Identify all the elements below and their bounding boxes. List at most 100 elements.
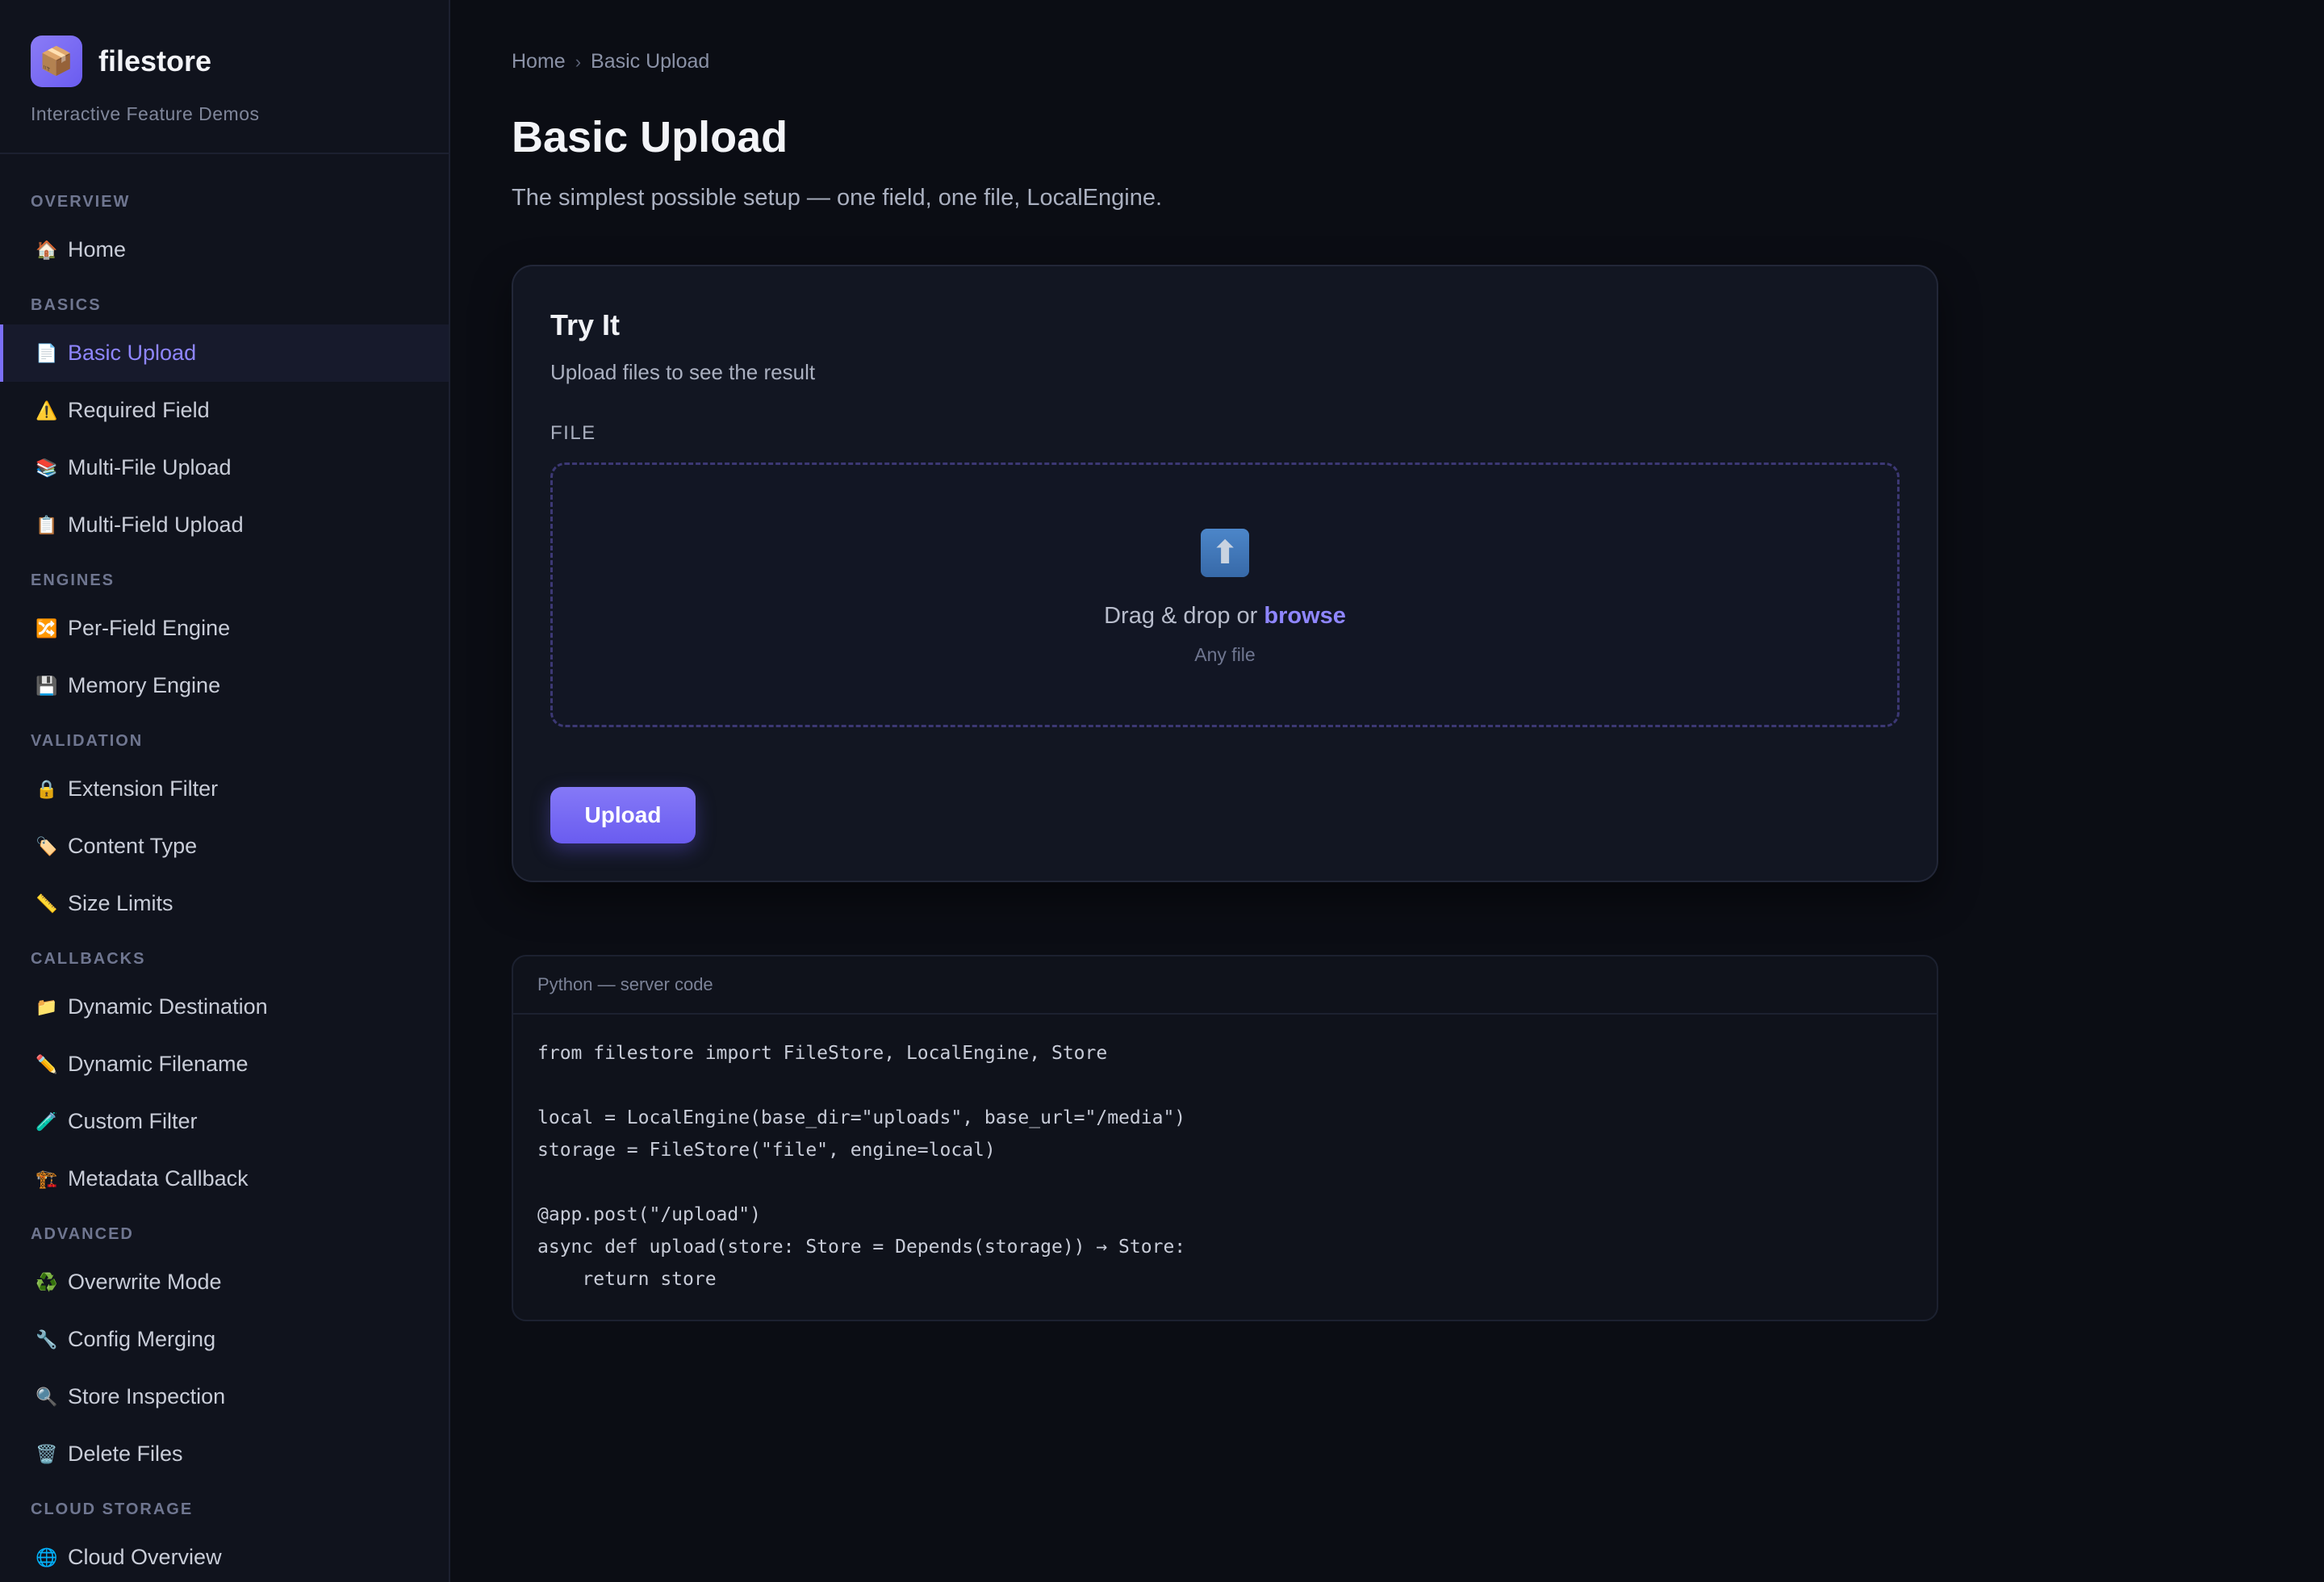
per-field-engine-icon: 🔀 bbox=[36, 617, 58, 638]
multi-field-upload-icon: 📋 bbox=[36, 514, 58, 535]
sidebar-item-overwrite-mode[interactable]: ♻️ Overwrite Mode bbox=[0, 1253, 449, 1311]
store-inspection-icon: 🔍 bbox=[36, 1386, 58, 1407]
sidebar-item-home[interactable]: 🏠 Home bbox=[0, 221, 449, 278]
sidebar-item-label: Cloud Overview bbox=[68, 1545, 222, 1569]
dropzone-hint: Any file bbox=[1194, 644, 1256, 665]
code-line: async def upload(store: Store = Depends(… bbox=[537, 1237, 1186, 1258]
section-label: ENGINES bbox=[31, 571, 115, 589]
app-root: 📦 filestore Interactive Feature Demos OV… bbox=[0, 0, 2324, 1582]
size-limits-icon: 📏 bbox=[36, 893, 58, 914]
brand-subtitle: Interactive Feature Demos bbox=[31, 103, 260, 124]
sidebar-item-size-limits[interactable]: 📏 Size Limits bbox=[0, 875, 449, 932]
sidebar-item-label: Per-Field Engine bbox=[68, 616, 231, 640]
sidebar: 📦 filestore Interactive Feature Demos OV… bbox=[0, 0, 450, 1582]
card-title: Try It bbox=[550, 308, 621, 341]
breadcrumb-home[interactable]: Home bbox=[512, 50, 566, 73]
sidebar-item-label: Multi-File Upload bbox=[68, 455, 232, 479]
code-block: from filestore import FileStore, LocalEn… bbox=[513, 1015, 1937, 1320]
sidebar-item-label: Multi-Field Upload bbox=[68, 513, 244, 537]
section-label: OVERVIEW bbox=[31, 193, 131, 211]
sidebar-item-metadata-callback[interactable]: 🏗️ Metadata Callback bbox=[0, 1150, 449, 1207]
upload-button[interactable]: Upload bbox=[550, 787, 696, 843]
sidebar-item-required-field[interactable]: ⚠️ Required Field bbox=[0, 382, 449, 439]
dynamic-destination-icon: 📁 bbox=[36, 996, 58, 1017]
file-field-label: FILE bbox=[550, 422, 596, 444]
brand-name: filestore bbox=[98, 44, 212, 77]
memory-engine-icon: 💾 bbox=[36, 675, 58, 696]
section-label: CALLBACKS bbox=[31, 950, 146, 968]
sidebar-item-memory-engine[interactable]: 💾 Memory Engine bbox=[0, 657, 449, 714]
sidebar-item-label: Content Type bbox=[68, 834, 198, 858]
sidebar-item-label: Overwrite Mode bbox=[68, 1270, 222, 1294]
metadata-callback-icon: 🏗️ bbox=[36, 1168, 58, 1189]
sidebar-item-label: Custom Filter bbox=[68, 1109, 198, 1133]
extension-filter-icon: 🔒 bbox=[36, 778, 58, 799]
sidebar-item-custom-filter[interactable]: 🧪 Custom Filter bbox=[0, 1093, 449, 1150]
code-line: storage = FileStore("file", engine=local… bbox=[537, 1140, 996, 1161]
sidebar-item-label: Metadata Callback bbox=[68, 1166, 249, 1191]
code-line: @app.post("/upload") bbox=[537, 1204, 761, 1225]
section-label: CLOUD STORAGE bbox=[31, 1500, 194, 1518]
sidebar-item-dynamic-filename[interactable]: ✏️ Dynamic Filename bbox=[0, 1036, 449, 1093]
code-line: return store bbox=[537, 1269, 717, 1290]
sidebar-item-label: Extension Filter bbox=[68, 776, 219, 801]
basic-upload-icon: 📄 bbox=[36, 342, 58, 363]
overwrite-mode-icon: ♻️ bbox=[36, 1271, 58, 1292]
page-description: The simplest possible setup — one field,… bbox=[512, 185, 1163, 211]
sidebar-item-label: Store Inspection bbox=[68, 1384, 226, 1408]
section-label: ADVANCED bbox=[31, 1225, 134, 1243]
sidebar-item-extension-filter[interactable]: 🔒 Extension Filter bbox=[0, 760, 449, 818]
try-it-card: Try It Upload files to see the result FI… bbox=[512, 265, 1938, 882]
main-content: Home › Basic Upload Basic Upload The sim… bbox=[450, 0, 2324, 1582]
sidebar-item-config-merging[interactable]: 🔧 Config Merging bbox=[0, 1311, 449, 1368]
upload-arrow-icon: ⬆ bbox=[1201, 529, 1249, 577]
package-icon: 📦 bbox=[31, 36, 82, 87]
brand: 📦 filestore Interactive Feature Demos bbox=[0, 0, 449, 154]
sidebar-item-label: Basic Upload bbox=[68, 341, 197, 365]
section-label: VALIDATION bbox=[31, 732, 144, 750]
breadcrumb-current: Basic Upload bbox=[591, 50, 710, 73]
section-label: BASICS bbox=[31, 296, 102, 314]
sidebar-item-delete-files[interactable]: 🗑️ Delete Files bbox=[0, 1425, 449, 1483]
sidebar-item-label: Dynamic Filename bbox=[68, 1052, 249, 1076]
sidebar-item-content-type[interactable]: 🏷️ Content Type bbox=[0, 818, 449, 875]
config-merging-icon: 🔧 bbox=[36, 1329, 58, 1350]
multi-file-upload-icon: 📚 bbox=[36, 457, 58, 478]
chevron-right-icon: › bbox=[575, 51, 582, 72]
sidebar-item-multi-field-upload[interactable]: 📋 Multi-Field Upload bbox=[0, 496, 449, 554]
file-dropzone[interactable]: ⬆ Drag & drop or browse Any file bbox=[550, 462, 1900, 727]
code-card: Python — server code from filestore impo… bbox=[512, 955, 1938, 1321]
brand-row[interactable]: 📦 filestore bbox=[31, 36, 418, 87]
code-header: Python — server code bbox=[513, 956, 1937, 1015]
sidebar-item-label: Delete Files bbox=[68, 1442, 183, 1466]
code-line: from filestore import FileStore, LocalEn… bbox=[537, 1043, 1108, 1064]
breadcrumb: Home › Basic Upload bbox=[512, 50, 2324, 73]
delete-files-icon: 🗑️ bbox=[36, 1443, 58, 1464]
sidebar-item-label: Home bbox=[68, 237, 127, 262]
cloud-overview-icon: 🌐 bbox=[36, 1546, 58, 1567]
sidebar-item-label: Config Merging bbox=[68, 1327, 216, 1351]
home-icon: 🏠 bbox=[36, 239, 58, 260]
sidebar-item-dynamic-destination[interactable]: 📁 Dynamic Destination bbox=[0, 978, 449, 1036]
browse-link[interactable]: browse bbox=[1264, 603, 1346, 629]
sidebar-item-label: Size Limits bbox=[68, 891, 173, 915]
sidebar-item-store-inspection[interactable]: 🔍 Store Inspection bbox=[0, 1368, 449, 1425]
sidebar-nav: OVERVIEW 🏠 Home BASICS 📄 Basic Upload ⚠️ Requir… bbox=[0, 154, 449, 1582]
dropzone-text: Drag & drop or browse bbox=[1104, 603, 1346, 630]
dropzone-prefix: Drag & drop or bbox=[1104, 603, 1264, 629]
custom-filter-icon: 🧪 bbox=[36, 1111, 58, 1132]
code-line: local = LocalEngine(base_dir="uploads", … bbox=[537, 1107, 1186, 1128]
required-field-icon: ⚠️ bbox=[36, 400, 58, 421]
sidebar-item-per-field-engine[interactable]: 🔀 Per-Field Engine bbox=[0, 600, 449, 657]
page-title: Basic Upload bbox=[512, 113, 788, 161]
sidebar-item-cloud-overview[interactable]: 🌐 Cloud Overview bbox=[0, 1529, 449, 1582]
sidebar-item-label: Dynamic Destination bbox=[68, 994, 268, 1019]
dynamic-filename-icon: ✏️ bbox=[36, 1053, 58, 1074]
sidebar-item-multi-file-upload[interactable]: 📚 Multi-File Upload bbox=[0, 439, 449, 496]
card-subtitle: Upload files to see the result bbox=[550, 360, 816, 384]
content-type-icon: 🏷️ bbox=[36, 835, 58, 856]
sidebar-item-basic-upload[interactable]: 📄 Basic Upload bbox=[0, 324, 449, 382]
sidebar-item-label: Required Field bbox=[68, 398, 210, 422]
